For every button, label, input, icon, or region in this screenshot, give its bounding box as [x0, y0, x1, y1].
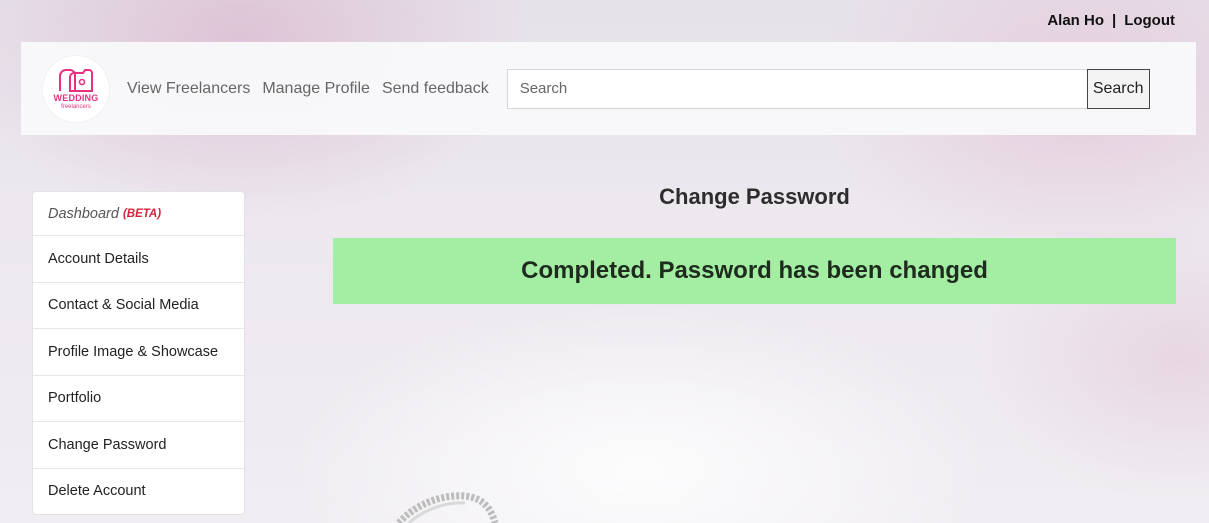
sidebar-item-dashboard[interactable]: Dashboard (BETA)	[33, 192, 244, 235]
nav-link-view-freelancers[interactable]: View Freelancers	[127, 80, 250, 98]
sidebar-item-account-details[interactable]: Account Details	[33, 235, 244, 282]
user-name[interactable]: Alan Ho	[1047, 12, 1104, 29]
sidebar-item-change-password[interactable]: Change Password	[33, 421, 244, 468]
sidebar-item-label: Profile Image & Showcase	[48, 343, 219, 360]
user-bar-separator: |	[1111, 12, 1117, 29]
nav-link-send-feedback[interactable]: Send feedback	[382, 80, 489, 98]
sidebar-menu: Dashboard (BETA) Account Details Contact…	[32, 191, 245, 515]
sidebar-item-label: Dashboard	[48, 205, 119, 222]
search-input[interactable]	[506, 68, 1087, 109]
logout-link[interactable]: Logout	[1124, 12, 1175, 29]
nav-links: View Freelancers Manage Profile Send fee…	[127, 80, 489, 98]
beta-badge: (BETA)	[122, 207, 162, 220]
page-title: Change Password	[659, 184, 850, 209]
logo-text-bottom: freelancers	[61, 104, 91, 110]
logo-text-top: WEDDING	[53, 93, 99, 103]
sidebar-item-label: Change Password	[48, 436, 167, 453]
navbar: WEDDING freelancers View Freelancers Man…	[21, 42, 1196, 135]
sidebar-item-portfolio[interactable]: Portfolio	[33, 374, 244, 422]
sidebar-item-label: Delete Account	[48, 483, 146, 500]
search-button[interactable]: Search	[1086, 68, 1150, 109]
sidebar-item-delete-account[interactable]: Delete Account	[33, 467, 244, 515]
ring-decoration-icon	[396, 492, 499, 523]
success-alert: Completed. Password has been changed	[333, 238, 1176, 304]
sidebar-item-label: Contact & Social Media	[48, 297, 199, 314]
sidebar-item-label: Portfolio	[48, 390, 102, 407]
camera-icon	[59, 69, 93, 92]
nav-link-manage-profile[interactable]: Manage Profile	[262, 80, 370, 98]
user-bar: Alan Ho | Logout	[1047, 12, 1175, 29]
sidebar-item-profile-image[interactable]: Profile Image & Showcase	[33, 328, 244, 375]
brand-logo[interactable]: WEDDING freelancers	[43, 55, 109, 122]
sidebar-item-label: Account Details	[48, 250, 149, 267]
sidebar-item-contact-social[interactable]: Contact & Social Media	[33, 281, 244, 329]
